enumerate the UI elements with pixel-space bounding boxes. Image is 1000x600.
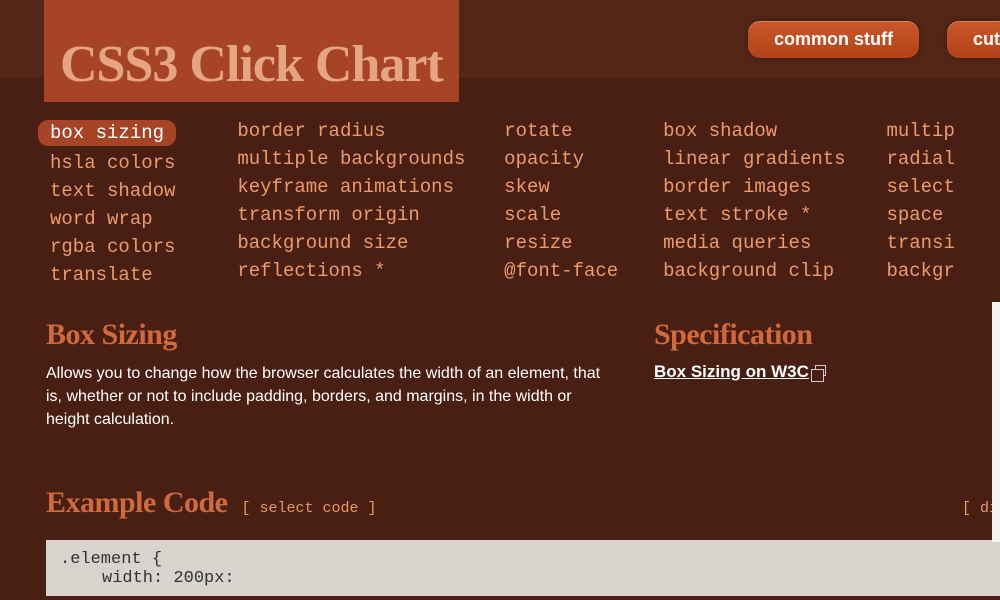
- feature-hsla-colors[interactable]: hsla colors: [50, 152, 237, 174]
- external-link-icon: [815, 365, 826, 376]
- feature-border-images[interactable]: border images: [663, 176, 886, 198]
- feature-rgba-colors[interactable]: rgba colors: [50, 236, 237, 258]
- feature-skew[interactable]: skew: [504, 176, 663, 198]
- feature-partial-2[interactable]: radial: [886, 148, 1000, 170]
- specification-section: Specification Box Sizing on W3C: [654, 318, 1000, 432]
- feature-resize[interactable]: resize: [504, 232, 663, 254]
- feature-grid: box sizing hsla colors text shadow word …: [0, 78, 1000, 286]
- spec-title: Specification: [654, 318, 1000, 352]
- content-row: Box Sizing Allows you to change how the …: [0, 286, 1000, 432]
- code-block: .element { width: 200px:: [46, 540, 1000, 596]
- feature-keyframe-animations[interactable]: keyframe animations: [237, 176, 504, 198]
- feature-translate[interactable]: translate: [50, 264, 237, 286]
- feature-linear-gradients[interactable]: linear gradients: [663, 148, 886, 170]
- feature-text-stroke[interactable]: text stroke *: [663, 204, 886, 226]
- cutting-edge-button[interactable]: cut: [947, 21, 1000, 58]
- spec-link-text: Box Sizing on W3C: [654, 362, 809, 381]
- feature-media-queries[interactable]: media queries: [663, 232, 886, 254]
- side-panel-edge: [992, 302, 1000, 542]
- feature-partial-6[interactable]: backgr: [886, 260, 1000, 282]
- top-bar: CSS3 Click Chart common stuff cut: [0, 0, 1000, 78]
- code-header-row: Example Code [ select code ] [ di: [0, 432, 1000, 530]
- feature-box-sizing[interactable]: box sizing: [38, 120, 176, 146]
- top-buttons: common stuff cut: [748, 21, 1000, 58]
- feature-box-shadow[interactable]: box shadow: [663, 120, 886, 142]
- feature-rotate[interactable]: rotate: [504, 120, 663, 142]
- feature-background-clip[interactable]: background clip: [663, 260, 886, 282]
- logo-text: CSS3 Click Chart: [60, 35, 443, 94]
- feature-scale[interactable]: scale: [504, 204, 663, 226]
- detail-title: Box Sizing: [46, 318, 654, 352]
- feature-text-shadow[interactable]: text shadow: [50, 180, 237, 202]
- code-line-2: width: 200px:: [60, 569, 986, 588]
- feature-partial-1[interactable]: multip: [886, 120, 1000, 142]
- spec-link[interactable]: Box Sizing on W3C: [654, 362, 826, 381]
- select-code-button[interactable]: [ select code ]: [242, 500, 377, 517]
- feature-background-size[interactable]: background size: [237, 232, 504, 254]
- feature-word-wrap[interactable]: word wrap: [50, 208, 237, 230]
- common-stuff-button[interactable]: common stuff: [748, 21, 919, 58]
- feature-opacity[interactable]: opacity: [504, 148, 663, 170]
- feature-partial-5[interactable]: transi: [886, 232, 1000, 254]
- logo: CSS3 Click Chart: [44, 0, 459, 102]
- feature-partial-3[interactable]: select: [886, 176, 1000, 198]
- feature-font-face[interactable]: @font-face: [504, 260, 663, 282]
- feature-border-radius[interactable]: border radius: [237, 120, 504, 142]
- feature-multiple-backgrounds[interactable]: multiple backgrounds: [237, 148, 504, 170]
- description-section: Box Sizing Allows you to change how the …: [46, 318, 654, 432]
- feature-partial-4[interactable]: space: [886, 204, 1000, 226]
- feature-reflections[interactable]: reflections *: [237, 260, 504, 282]
- detail-description: Allows you to change how the browser cal…: [46, 362, 606, 432]
- code-title: Example Code: [46, 486, 228, 520]
- feature-transform-origin[interactable]: transform origin: [237, 204, 504, 226]
- code-line-1: .element {: [60, 550, 986, 569]
